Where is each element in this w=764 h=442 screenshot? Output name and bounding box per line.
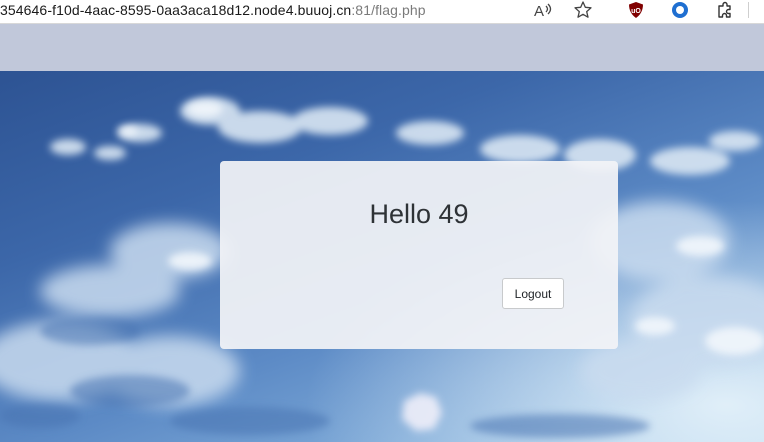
svg-text:uO: uO [631, 8, 641, 15]
svg-text:A: A [534, 3, 544, 19]
favorite-star-icon[interactable] [572, 0, 594, 20]
url-path: :81/flag.php [351, 2, 426, 18]
greeting-heading: Hello 49 [369, 199, 469, 229]
read-aloud-icon[interactable]: A [532, 0, 554, 20]
browser-toolbar: 354646-f10d-4aac-8595-0aa3aca18d12.node4… [0, 0, 764, 24]
page-header-band [0, 24, 764, 71]
browser-extension-ring-icon[interactable] [669, 0, 691, 20]
logout-button[interactable]: Logout [502, 278, 564, 309]
toolbar-divider [748, 2, 749, 18]
extensions-puzzle-icon[interactable] [714, 0, 736, 20]
ublock-origin-icon[interactable]: uO [626, 0, 646, 20]
address-bar[interactable]: 354646-f10d-4aac-8595-0aa3aca18d12.node4… [0, 2, 426, 18]
url-host: 354646-f10d-4aac-8595-0aa3aca18d12.node4… [0, 2, 352, 18]
login-card: Hello 49 Logout [220, 161, 618, 349]
